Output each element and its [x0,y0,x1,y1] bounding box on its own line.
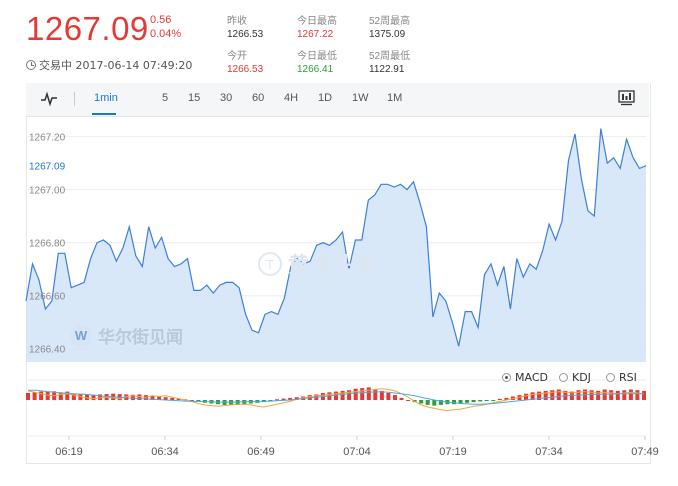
macd-histogram-bar [609,390,614,400]
x-tick-label: 06:49 [247,446,275,458]
secondary-watermark-text: 黄金头条 [288,253,380,277]
y-tick-label: 1267.00 [29,186,66,197]
macd-histogram-bar [334,391,338,400]
current-price-label: 1267.09 [29,162,66,173]
macd-histogram-bar [39,391,44,400]
macd-histogram-bar [353,388,358,400]
macd-histogram-bar [406,400,411,401]
radio-icon[interactable] [502,373,511,382]
brand-watermark-text: 华尔街见闻 [98,328,183,348]
price-chart[interactable]: 1267.20 1267.00 1266.80 1266.60 1266.40 1267.… [0,0,678,486]
x-axis-labels: 06:19 06:34 06:49 07:04 07:19 07:34 07:49 [26,435,659,458]
macd-histogram-bar [425,400,430,405]
brand-watermark: W 华尔街见闻 [70,323,183,348]
macd-histogram-bar [32,392,37,400]
macd-histogram-bar [543,390,548,400]
macd-chart [26,379,646,412]
macd-histogram-bar [596,390,601,400]
x-tick-label: 07:49 [631,446,659,458]
macd-histogram-bar [635,390,640,400]
macd-histogram-bar [465,400,470,403]
x-tick-label: 07:34 [535,446,563,458]
brand-logo-icon: W [70,324,92,347]
macd-histogram-bar [628,389,633,400]
macd-histogram-bar [484,400,489,401]
y-tick-label: 1267.20 [29,133,66,144]
macd-histogram-bar [471,400,476,403]
macd-histogram-bar [622,390,627,400]
x-tick-label: 07:04 [343,446,371,458]
macd-histogram-bar [45,391,50,400]
macd-histogram-bar [170,397,175,400]
secondary-logo-icon: T [258,252,282,276]
y-tick-label: 1266.80 [29,239,66,250]
indicator-option-macd[interactable]: MACD [502,371,548,384]
macd-histogram-bar [602,389,607,400]
macd-histogram-bar [642,390,646,400]
macd-histogram-bar [556,389,561,400]
y-tick-label: 1266.60 [29,292,66,303]
macd-histogram-bar [373,389,378,400]
indicator-option-kdj[interactable]: KDJ [559,371,591,384]
macd-histogram-bar [615,390,620,400]
x-tick-label: 06:19 [55,446,83,458]
radio-icon[interactable] [606,373,615,382]
macd-histogram-bar [26,393,30,400]
macd-histogram-bar [419,400,424,404]
radio-icon[interactable] [559,373,568,382]
macd-histogram-bar [340,390,345,400]
macd-histogram-bar [432,400,437,406]
macd-histogram-bar [281,398,286,400]
y-tick-label: 1266.40 [29,345,66,356]
macd-histogram-bar [491,400,496,402]
macd-histogram-bar [393,395,397,400]
macd-histogram-bar [360,388,365,400]
secondary-watermark: T 黄金头条 [258,249,380,279]
macd-histogram-bar [386,393,391,400]
indicator-option-rsi[interactable]: RSI [606,371,637,384]
macd-histogram-bar [366,387,371,400]
macd-histogram-bar [399,397,404,400]
macd-histogram-bar [524,393,528,400]
macd-histogram-bar [497,398,502,400]
x-tick-label: 06:34 [151,446,179,458]
macd-histogram-bar [478,400,483,402]
macd-histogram-bar [452,400,456,405]
x-tick-label: 07:19 [439,446,467,458]
